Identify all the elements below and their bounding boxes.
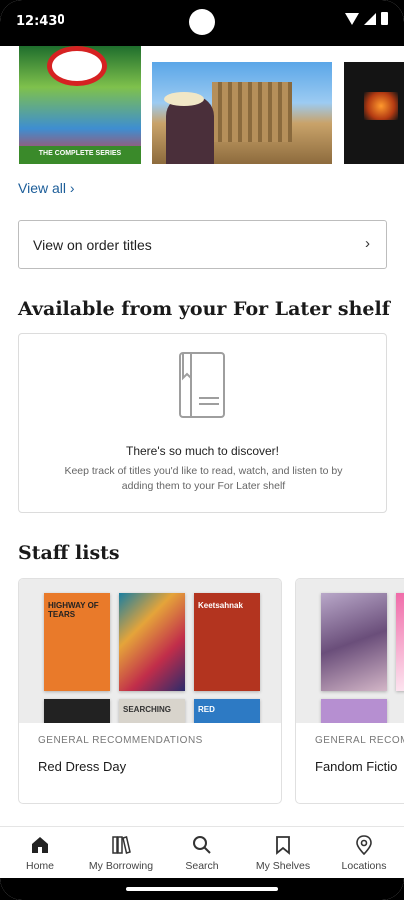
cover-red: RED (194, 699, 260, 723)
cover-title: Keetsahnak (198, 601, 243, 610)
staff-list-name: Red Dress Day (38, 759, 127, 774)
book-shelf-icon (179, 352, 225, 418)
cover-art-fandom-1 (321, 593, 387, 691)
books-icon (112, 836, 131, 854)
for-later-section-title: Available from your For Later shelf (18, 298, 390, 320)
staff-list-card-fandom[interactable]: GENERAL RECOMM Fandom Fictio (295, 578, 404, 804)
empty-state-heading: There's so much to discover! (125, 444, 280, 458)
cover-title: SEARCHING (123, 705, 172, 714)
nav-my-shelves[interactable]: My Shelves (243, 827, 323, 879)
staff-list-covers (296, 579, 404, 723)
staff-list-covers: HIGHWAY OF TEARS Keetsahnak SEARCHING RE… (19, 579, 281, 723)
person-image (166, 96, 214, 164)
nav-label: Search (185, 860, 219, 872)
app-screen: 12:43 THE COMPLETE SERIES View all › Vie… (0, 0, 404, 900)
featured-carousel[interactable]: THE COMPLETE SERIES (0, 46, 404, 166)
cover-caption: THE COMPLETE SERIES (38, 150, 122, 157)
staff-list-category: GENERAL RECOMMENDATIONS (38, 735, 203, 746)
nav-search[interactable]: Search (162, 827, 242, 879)
bottom-navigation: Home My Borrowing Search My Shelves Loca… (0, 826, 404, 878)
cover-art-4 (44, 699, 110, 723)
cover-art-fandom-3 (321, 699, 387, 723)
cover-searching: SEARCHING (119, 699, 185, 723)
cover-highway-of-tears: HIGHWAY OF TEARS (44, 593, 110, 691)
cover-title: RED (198, 705, 215, 714)
cover-title: HIGHWAY OF TEARS (48, 601, 99, 619)
carousel-cover-ghostbusters[interactable]: THE COMPLETE SERIES (19, 46, 141, 164)
carousel-cover-travel[interactable] (152, 62, 332, 164)
nav-home[interactable]: Home (0, 827, 80, 879)
staff-lists-section-title: Staff lists (18, 542, 120, 564)
home-icon (32, 837, 48, 853)
view-on-order-label: View on order titles (33, 237, 152, 253)
wifi-icon (345, 12, 359, 25)
cell-signal-icon (364, 12, 376, 25)
nav-locations[interactable]: Locations (324, 827, 404, 879)
main-content[interactable]: THE COMPLETE SERIES View all › View on o… (0, 46, 404, 826)
staff-list-name: Fandom Fictio (315, 759, 398, 774)
gesture-handle[interactable] (126, 887, 278, 891)
for-later-empty-state: There's so much to discover! Keep track … (18, 333, 387, 513)
staff-list-category: GENERAL RECOMM (315, 735, 404, 746)
nav-my-borrowing[interactable]: My Borrowing (81, 827, 161, 879)
bookmark-icon (276, 836, 290, 855)
ghost-logo-icon (47, 46, 107, 86)
carousel-cover-dark[interactable] (344, 62, 404, 164)
view-all-link[interactable]: View all › (18, 180, 75, 196)
ruins-image (212, 82, 292, 142)
nav-label: My Shelves (255, 860, 311, 872)
empty-state-description: Keep track of titles you'd like to read,… (64, 465, 343, 492)
location-pin-icon (356, 835, 372, 855)
cover-keetsahnak: Keetsahnak (194, 593, 260, 691)
chevron-right-icon: › (365, 235, 370, 252)
search-icon (193, 836, 211, 854)
cover-band: THE COMPLETE SERIES (19, 146, 141, 164)
hat-image (164, 92, 204, 106)
cover-art-fandom-2 (396, 593, 404, 691)
status-bar: 12:43 (0, 0, 404, 46)
nav-label: Locations (341, 860, 387, 872)
cover-art-2 (119, 593, 185, 691)
staff-list-card-red-dress-day[interactable]: HIGHWAY OF TEARS Keetsahnak SEARCHING RE… (18, 578, 282, 804)
nav-label: Home (25, 860, 54, 872)
mic-icon (58, 14, 64, 24)
battery-icon (381, 12, 388, 25)
nav-label: My Borrowing (88, 860, 154, 872)
status-icons (345, 12, 388, 25)
status-time: 12:43 (16, 14, 58, 29)
view-on-order-button[interactable]: View on order titles › (18, 220, 387, 269)
fire-glow-image (364, 92, 398, 120)
camera-cutout (189, 9, 215, 35)
